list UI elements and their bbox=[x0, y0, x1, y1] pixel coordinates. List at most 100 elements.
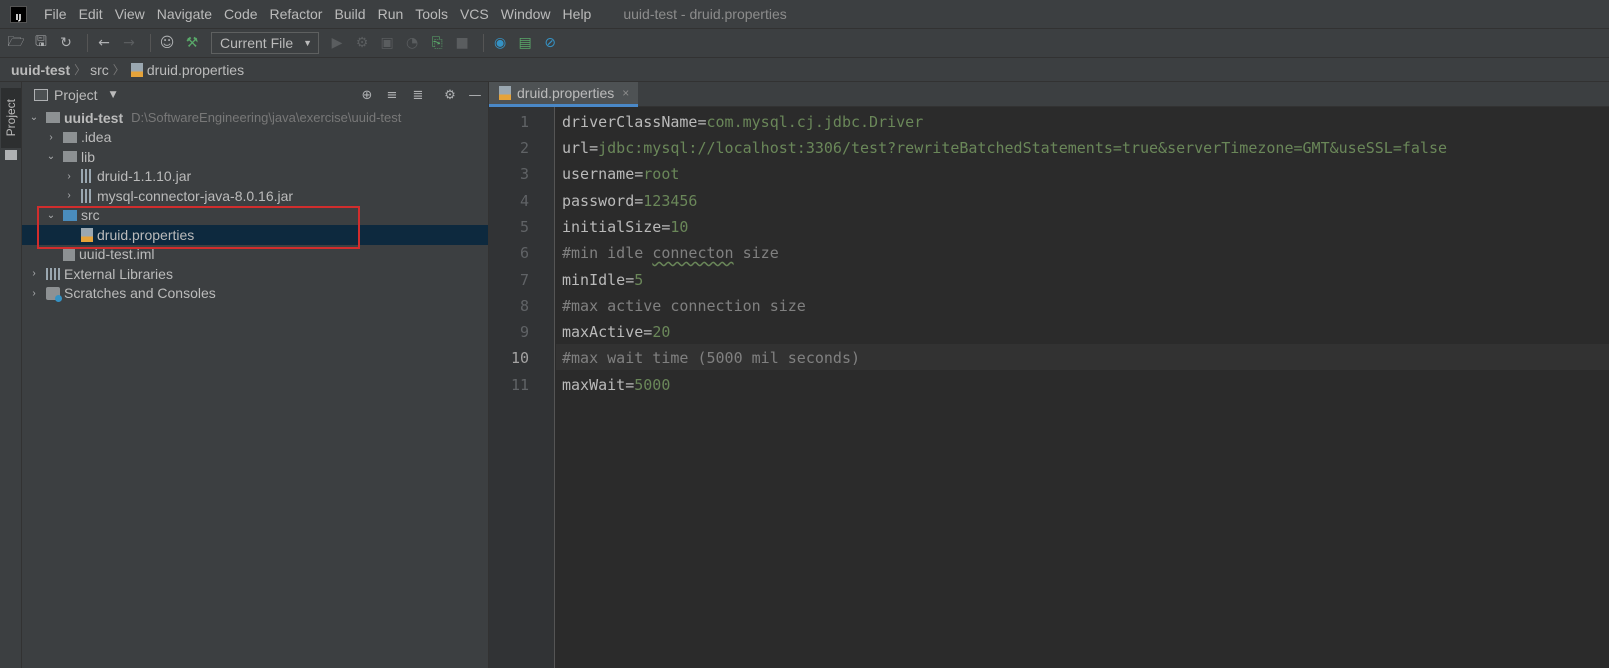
tree-item-external-libraries[interactable]: › External Libraries bbox=[22, 264, 488, 284]
breadcrumb-file[interactable]: druid.properties bbox=[147, 62, 244, 78]
chevron-right-icon[interactable]: › bbox=[63, 190, 75, 201]
chevron-right-icon[interactable]: › bbox=[63, 171, 75, 182]
menu-file[interactable]: File bbox=[44, 6, 67, 22]
menu-refactor[interactable]: Refactor bbox=[270, 6, 323, 22]
property-key: minIdle bbox=[562, 271, 626, 289]
intellij-logo-icon: IJ bbox=[10, 5, 27, 23]
run-configuration-select[interactable]: Current File ▼ bbox=[211, 32, 320, 54]
back-icon[interactable]: ← bbox=[94, 33, 114, 53]
sync-icon[interactable]: ↻ bbox=[56, 33, 76, 53]
line-number: 9 bbox=[519, 323, 529, 341]
code-line: minIdle=5 bbox=[562, 271, 644, 289]
tree-item-scratches[interactable]: › Scratches and Consoles bbox=[22, 284, 488, 304]
menu-tools[interactable]: Tools bbox=[415, 6, 448, 22]
code-with-me-icon[interactable]: ◉ bbox=[490, 33, 510, 53]
tree-item-label: mysql-connector-java-8.0.16.jar bbox=[97, 187, 294, 204]
project-panel-title[interactable]: Project bbox=[54, 87, 98, 103]
property-key: initialSize bbox=[562, 218, 662, 236]
breadcrumb-src[interactable]: src bbox=[90, 62, 109, 78]
code-line: initialSize=10 bbox=[562, 218, 689, 236]
scratches-icon bbox=[46, 286, 62, 302]
project-tree: ⌄ uuid-test D:\SoftwareEngineering\java\… bbox=[22, 108, 488, 303]
tree-item-label: Scratches and Consoles bbox=[64, 285, 216, 302]
chevron-down-icon[interactable]: ⌄ bbox=[45, 151, 57, 162]
tree-item-druid-jar[interactable]: › druid-1.1.10.jar bbox=[22, 167, 488, 187]
debug-icon[interactable]: ⚙ bbox=[352, 33, 372, 53]
window-title: uuid-test - druid.properties bbox=[623, 6, 787, 22]
menu-help[interactable]: Help bbox=[563, 6, 592, 22]
monitor-icon[interactable]: ▤ bbox=[515, 33, 535, 53]
code-line: maxWait=5000 bbox=[562, 376, 671, 394]
chevron-right-icon[interactable]: › bbox=[28, 268, 40, 279]
tree-item-idea[interactable]: › .idea bbox=[22, 128, 488, 148]
project-view-icon bbox=[34, 88, 48, 101]
chevron-down-icon[interactable]: ⌄ bbox=[28, 112, 40, 123]
coverage-icon[interactable]: ▣ bbox=[377, 33, 397, 53]
line-number: 5 bbox=[519, 218, 529, 236]
editor-tab-bar: druid.properties × bbox=[489, 82, 1609, 107]
tree-item-druid-properties[interactable]: druid.properties bbox=[22, 225, 488, 245]
tree-item-mysql-jar[interactable]: › mysql-connector-java-8.0.16.jar bbox=[22, 186, 488, 206]
property-value: 5000 bbox=[634, 376, 671, 394]
tree-item-uuid-test[interactable]: ⌄ uuid-test D:\SoftwareEngineering\java\… bbox=[22, 108, 488, 128]
power-save-icon[interactable]: ⊘ bbox=[540, 33, 560, 53]
property-key: driverClassName bbox=[562, 113, 698, 131]
chevron-right-icon[interactable]: › bbox=[28, 288, 40, 299]
project-tool-window-button[interactable]: Project bbox=[1, 88, 21, 148]
locate-file-icon[interactable]: ⊕ bbox=[359, 87, 375, 103]
code-line: password=123456 bbox=[562, 192, 698, 210]
source-folder-icon bbox=[63, 209, 77, 221]
code-editor[interactable]: 1 2 3 4 5 6 7 8 9 10 11 driverClassName=… bbox=[489, 107, 1609, 668]
run-icon[interactable]: ▶ bbox=[327, 33, 347, 53]
menu-navigate[interactable]: Navigate bbox=[157, 6, 212, 22]
open-folder-icon[interactable]: 🗁 bbox=[6, 33, 26, 53]
chevron-down-icon[interactable]: ▼ bbox=[110, 90, 117, 100]
tree-item-lib[interactable]: ⌄ lib bbox=[22, 147, 488, 167]
attach-icon[interactable]: ⎘ bbox=[427, 33, 447, 53]
tab-label: druid.properties bbox=[517, 85, 615, 101]
line-number: 11 bbox=[510, 376, 529, 394]
chevron-down-icon: ▼ bbox=[303, 38, 313, 48]
chevron-right-icon[interactable]: › bbox=[45, 132, 57, 143]
close-icon[interactable]: × bbox=[622, 86, 629, 100]
spelling-typo: connecton bbox=[652, 244, 734, 262]
profile-icon[interactable]: ◔ bbox=[402, 33, 422, 53]
menu-build[interactable]: Build bbox=[334, 6, 365, 22]
menu-run[interactable]: Run bbox=[378, 6, 404, 22]
property-key: password bbox=[562, 192, 635, 210]
tab-druid-properties[interactable]: druid.properties × bbox=[489, 82, 639, 107]
comment-text: #max wait time (5000 mil seconds) bbox=[562, 349, 861, 367]
forward-icon[interactable]: → bbox=[119, 33, 139, 53]
save-icon[interactable]: 🖫 bbox=[31, 33, 51, 53]
tree-item-src[interactable]: ⌄ src bbox=[22, 206, 488, 226]
menu-code[interactable]: Code bbox=[224, 6, 257, 22]
tree-item-label: .idea bbox=[81, 129, 112, 146]
property-key: maxWait bbox=[562, 376, 626, 394]
build-hammer-icon[interactable]: ⚒ bbox=[182, 33, 202, 53]
folder-icon bbox=[63, 151, 77, 163]
breadcrumb-project[interactable]: uuid-test bbox=[11, 62, 70, 78]
code-line: url=jdbc:mysql://localhost:3306/test?rew… bbox=[562, 139, 1448, 157]
menu-vcs[interactable]: VCS bbox=[460, 6, 489, 22]
property-value: 10 bbox=[670, 218, 689, 236]
expand-all-icon[interactable]: ≡ bbox=[384, 87, 400, 103]
property-value: jdbc:mysql://localhost:3306/test?rewrite… bbox=[598, 139, 1448, 157]
tree-item-iml[interactable]: uuid-test.iml bbox=[22, 245, 488, 265]
stop-icon[interactable]: ■ bbox=[452, 33, 472, 53]
gear-icon[interactable]: ⚙ bbox=[442, 87, 458, 103]
menu-edit[interactable]: Edit bbox=[79, 6, 103, 22]
chevron-down-icon[interactable]: ⌄ bbox=[45, 210, 57, 221]
property-key: maxActive bbox=[562, 323, 644, 341]
collapse-all-icon[interactable]: ≣ bbox=[410, 87, 426, 103]
menu-window[interactable]: Window bbox=[501, 6, 551, 22]
code-line: username=root bbox=[562, 165, 680, 183]
libraries-icon bbox=[46, 267, 60, 280]
properties-file-icon bbox=[499, 86, 511, 100]
minimize-icon[interactable]: — bbox=[467, 87, 483, 103]
property-key: username bbox=[562, 165, 635, 183]
user-icon[interactable]: ☺ bbox=[157, 33, 177, 53]
folder-icon bbox=[5, 150, 17, 160]
line-number: 3 bbox=[519, 165, 529, 183]
menu-view[interactable]: View bbox=[115, 6, 145, 22]
properties-file-icon bbox=[81, 227, 93, 242]
